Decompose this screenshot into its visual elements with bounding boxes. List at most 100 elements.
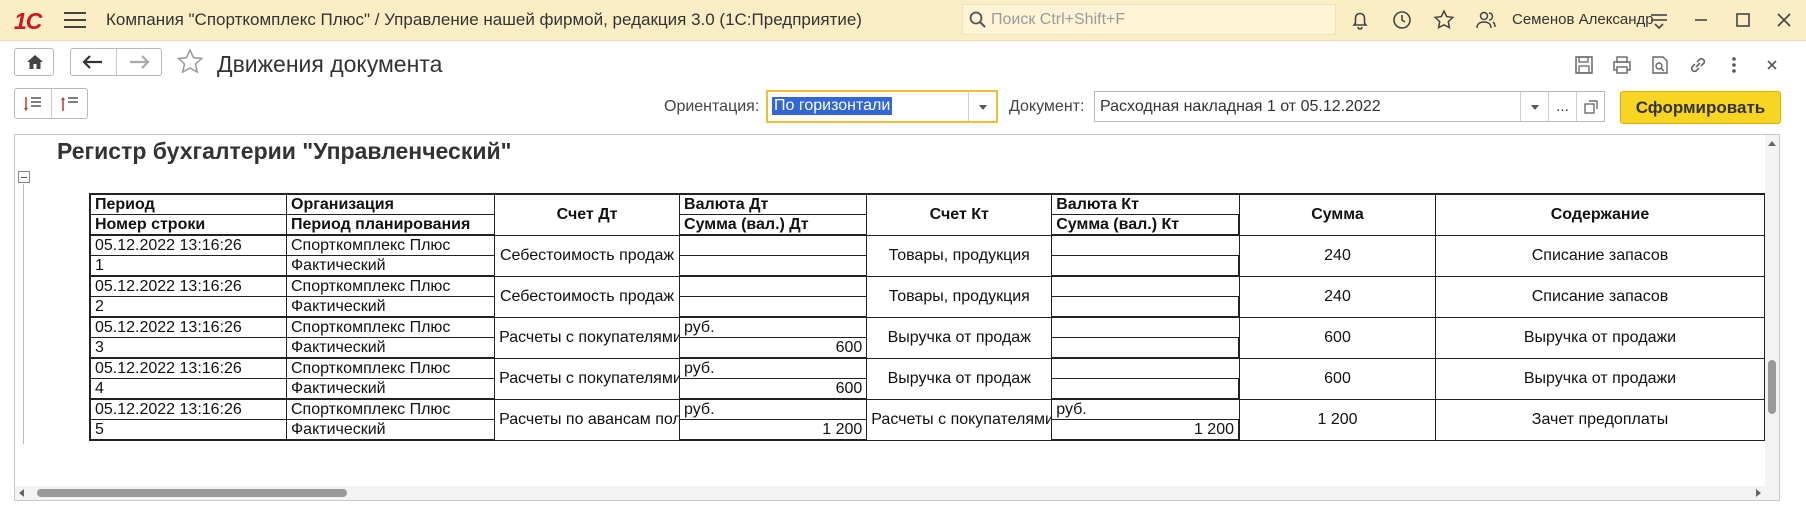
cell-plan-period[interactable]: Фактический [285,296,496,318]
history-icon[interactable] [1390,8,1414,32]
cell-line-no[interactable]: 5 [89,419,287,441]
maximize-icon[interactable] [1731,8,1755,32]
cell-plan-period[interactable]: Фактический [285,255,496,277]
cell-amount-cur-dt[interactable] [679,296,868,318]
cell-currency-dt[interactable]: руб. [679,357,868,379]
cell-amount-cur-dt[interactable]: 600 [679,378,868,400]
forward-icon[interactable] [128,54,150,70]
horizontal-scroll-thumb[interactable] [37,489,347,497]
cell-currency-kt[interactable]: руб. [1051,398,1240,420]
cell-period[interactable]: 05.12.2022 13:16:26 [89,398,287,420]
open-button[interactable] [1576,92,1604,121]
settings-icon[interactable] [1647,8,1671,32]
generate-button[interactable]: Сформировать [1620,91,1781,124]
cell-currency-kt[interactable] [1051,234,1240,256]
cell-plan-period[interactable]: Фактический [285,337,496,359]
document-field[interactable]: Расходная накладная 1 от 05.12.2022 ... [1094,91,1605,122]
report-area[interactable]: Регистр бухгалтерии "Управленческий" Пер… [14,134,1780,501]
cell-amount-cur-kt[interactable] [1051,378,1241,400]
cell-line-no[interactable]: 2 [89,296,287,318]
print-icon[interactable] [1611,54,1633,76]
cell-line-no[interactable]: 4 [89,378,287,400]
more-icon[interactable] [1723,54,1745,76]
close-form-icon[interactable] [1761,54,1783,76]
cell-plan-period[interactable]: Фактический [285,378,496,400]
cell-period[interactable]: 05.12.2022 13:16:26 [89,357,287,379]
cell-organization[interactable]: Спорткомплекс Плюс [285,275,496,297]
cell-line-no[interactable]: 1 [89,255,287,277]
cell-currency-dt[interactable] [679,234,868,256]
cell-organization[interactable]: Спорткомплекс Плюс [285,234,496,256]
cell-amount-cur-kt[interactable]: 1 200 [1051,419,1241,441]
cell-currency-kt[interactable] [1051,316,1240,338]
user-name[interactable]: Семенов Александр [1512,11,1654,28]
cell-period[interactable]: 05.12.2022 13:16:26 [89,275,287,297]
col-amount-cur-dt: Сумма (вал.) Дт [679,214,868,236]
star-icon[interactable] [1432,8,1456,32]
cell-content[interactable]: Зачет предоплаты [1435,398,1766,441]
search-input[interactable]: Поиск Ctrl+Shift+F [962,4,1336,35]
cell-account-dt[interactable]: Себестоимость продаж [494,275,681,318]
minimize-icon[interactable] [1689,8,1713,32]
cell-content[interactable]: Списание запасов [1435,234,1766,277]
cell-account-dt[interactable]: Себестоимость продаж [494,234,681,277]
orientation-select[interactable]: По горизонтали [766,90,998,123]
cell-account-dt[interactable]: Расчеты по авансам полученным [494,398,681,441]
chevron-down-icon[interactable] [1520,92,1548,121]
cell-amount[interactable]: 600 [1238,357,1436,400]
cell-currency-kt[interactable] [1051,275,1240,297]
cell-amount-cur-kt[interactable] [1051,296,1241,318]
cell-line-no[interactable]: 3 [89,337,287,359]
preview-icon[interactable] [1649,54,1671,76]
vertical-scrollbar[interactable] [1765,135,1779,500]
cell-account-kt[interactable]: Выручка от продаж [866,316,1053,359]
menu-icon[interactable] [64,12,86,28]
document-label: Документ: [1009,98,1085,115]
save-icon[interactable] [1573,54,1595,76]
close-icon[interactable] [1772,8,1796,32]
cell-account-dt[interactable]: Расчеты с покупателями [494,357,681,400]
cell-amount-cur-kt[interactable] [1051,255,1241,277]
expand-groups-icon[interactable] [23,95,43,113]
col-amount-cur-kt: Сумма (вал.) Кт [1051,214,1241,236]
horizontal-scrollbar[interactable] [15,486,1779,500]
cell-account-kt[interactable]: Товары, продукция [866,275,1053,318]
cell-amount[interactable]: 600 [1238,316,1436,359]
cell-content[interactable]: Выручка от продажи [1435,357,1766,400]
cell-content[interactable]: Выручка от продажи [1435,316,1766,359]
users-icon[interactable] [1474,8,1498,32]
cell-amount[interactable]: 1 200 [1238,398,1436,441]
cell-plan-period[interactable]: Фактический [285,419,496,441]
cell-account-kt[interactable]: Товары, продукция [866,234,1053,277]
cell-organization[interactable]: Спорткомплекс Плюс [285,398,496,420]
chevron-down-icon[interactable] [968,92,996,121]
vertical-scroll-thumb[interactable] [1768,360,1776,414]
cell-amount[interactable]: 240 [1238,234,1436,277]
cell-period[interactable]: 05.12.2022 13:16:26 [89,234,287,256]
cell-amount-cur-dt[interactable]: 1 200 [679,419,868,441]
favorite-star-icon[interactable] [175,47,205,77]
cell-organization[interactable]: Спорткомплекс Плюс [285,316,496,338]
cell-currency-dt[interactable]: руб. [679,398,868,420]
cell-currency-dt[interactable] [679,275,868,297]
bell-icon[interactable] [1348,8,1372,32]
cell-account-kt[interactable]: Расчеты с покупателями [866,398,1053,441]
select-button[interactable]: ... [1548,92,1576,121]
cell-currency-dt[interactable]: руб. [679,316,868,338]
cell-account-dt[interactable]: Расчеты с покупателями [494,316,681,359]
link-icon[interactable] [1687,54,1709,76]
cell-amount-cur-dt[interactable] [679,255,868,277]
home-button[interactable] [14,48,54,76]
back-icon[interactable] [82,54,104,70]
cell-amount[interactable]: 240 [1238,275,1436,318]
cell-amount-cur-dt[interactable]: 600 [679,337,868,359]
cell-content[interactable]: Списание запасов [1435,275,1766,318]
cell-currency-kt[interactable] [1051,357,1240,379]
cell-account-kt[interactable]: Выручка от продаж [866,357,1053,400]
cell-amount-cur-kt[interactable] [1051,337,1241,359]
table-row: 05.12.2022 13:16:26 Спорткомплекс Плюс Себ… [89,234,1766,277]
cell-period[interactable]: 05.12.2022 13:16:26 [89,316,287,338]
collapse-toggle[interactable] [18,171,30,183]
cell-organization[interactable]: Спорткомплекс Плюс [285,357,496,379]
collapse-groups-icon[interactable] [60,95,80,113]
